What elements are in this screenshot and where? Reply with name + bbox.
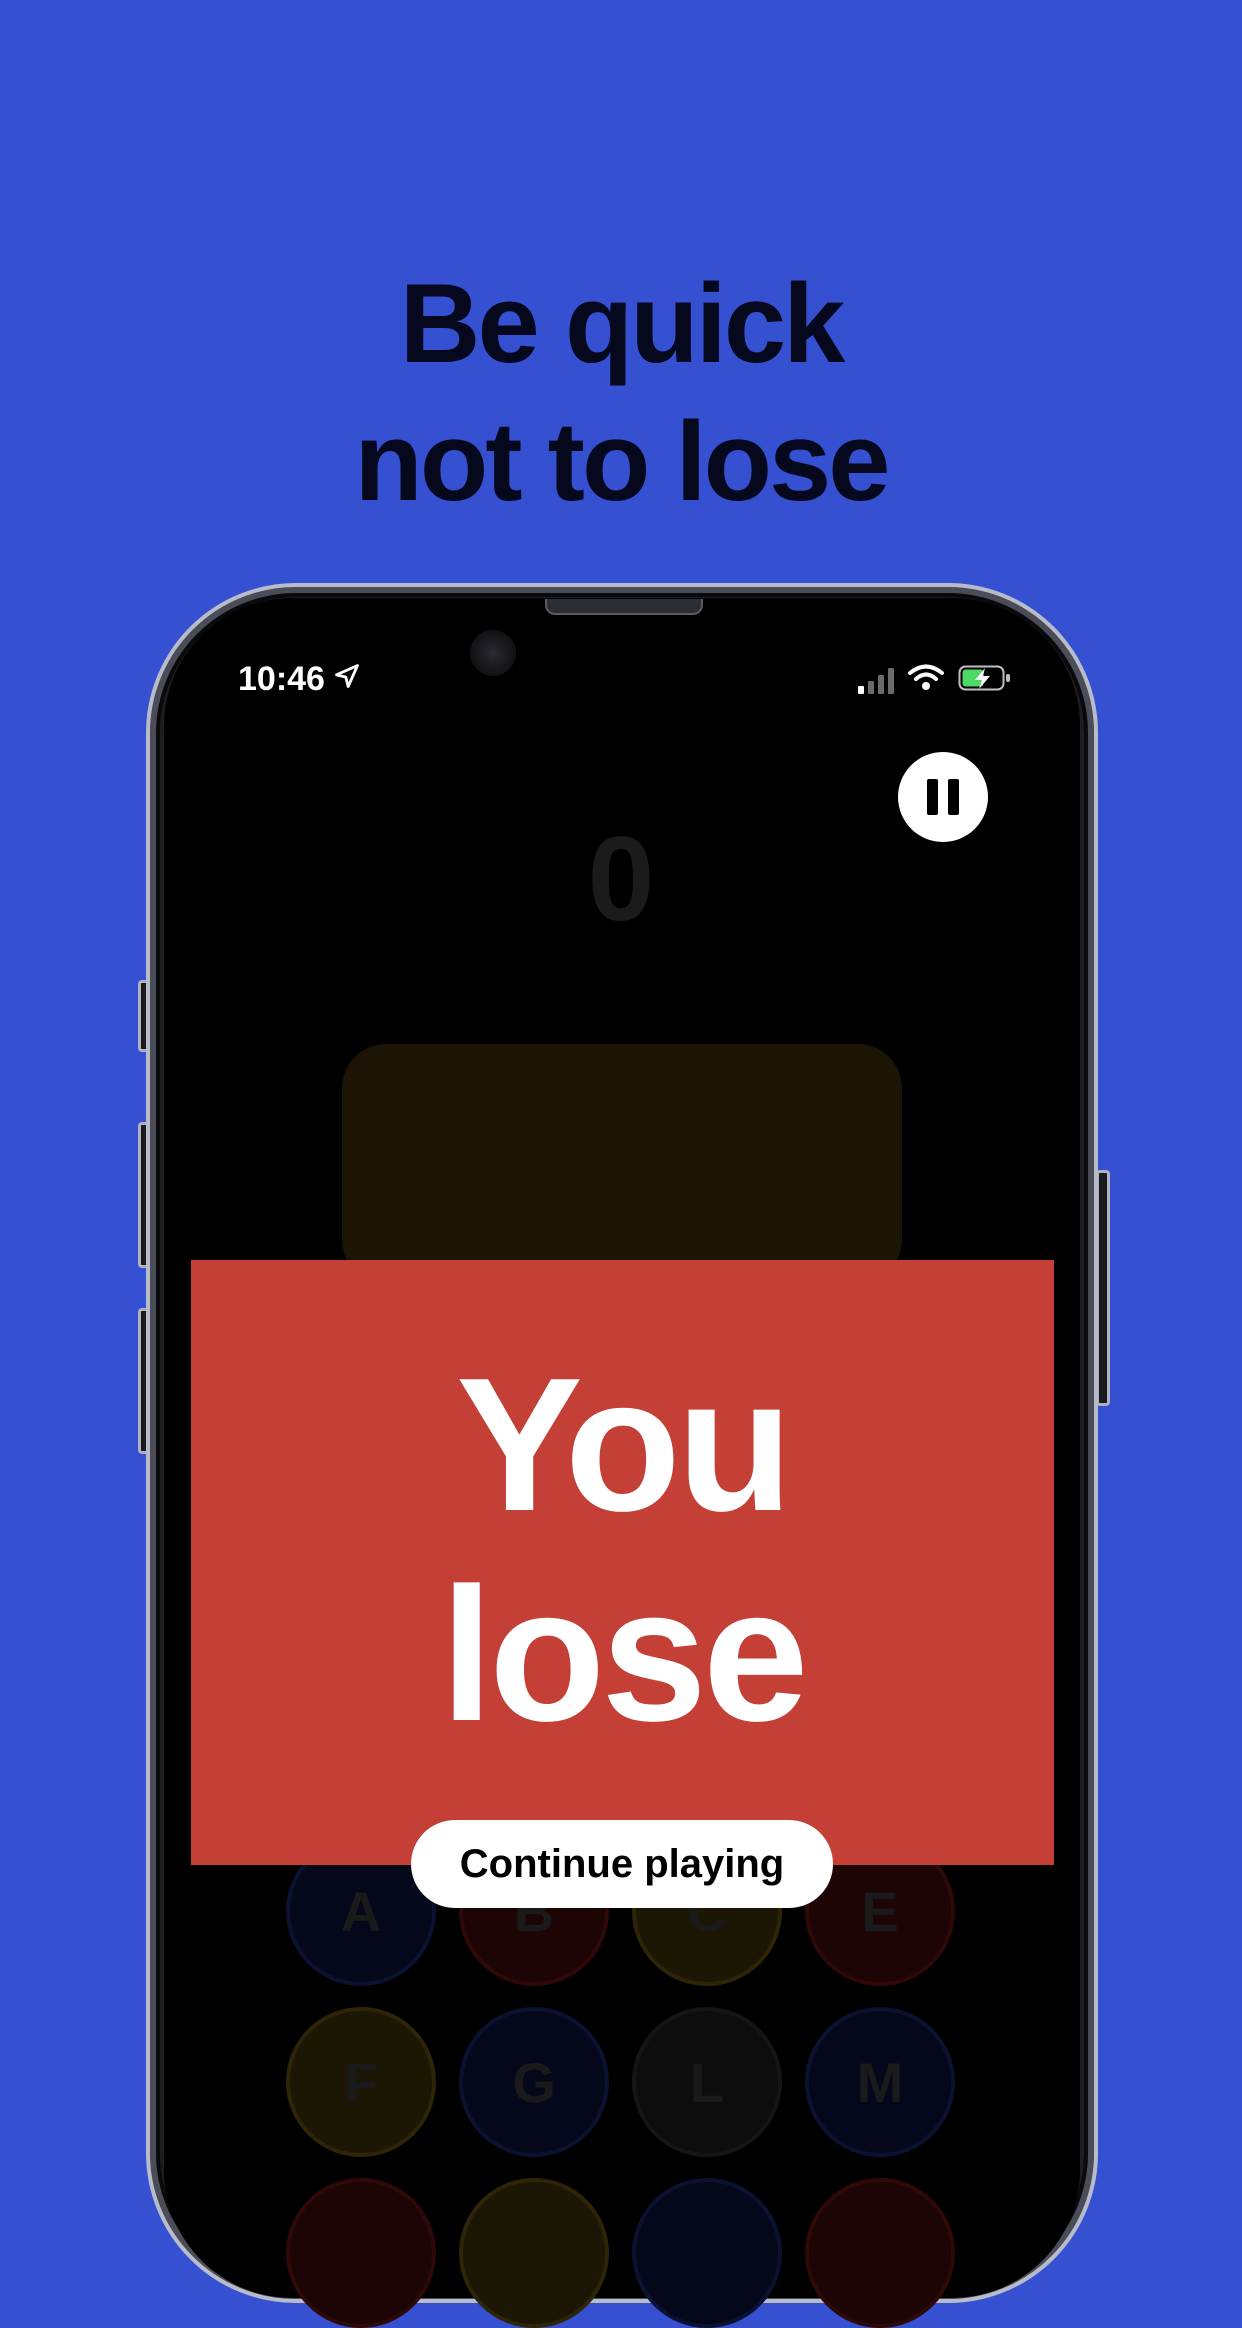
key-g[interactable]: G <box>459 2007 609 2157</box>
keys-row-2: F G L M <box>286 2007 955 2157</box>
headline-line-1: Be quick <box>399 261 846 386</box>
key-l[interactable]: L <box>632 2007 782 2157</box>
battery-charging-icon <box>958 664 1012 697</box>
key-f[interactable]: F <box>286 2007 436 2157</box>
key-partial-2[interactable] <box>459 2178 609 2328</box>
key-partial-4[interactable] <box>805 2178 955 2328</box>
lose-message-line-1: You <box>456 1339 793 1551</box>
cellular-signal-icon <box>858 667 894 694</box>
lose-message-line-2: lose <box>440 1549 808 1761</box>
status-indicators <box>858 664 1012 697</box>
continue-playing-button[interactable]: Continue playing <box>411 1820 833 1908</box>
keys-row-3-partial <box>286 2178 955 2328</box>
location-arrow-icon <box>333 660 361 699</box>
wifi-icon <box>908 664 944 697</box>
headline-line-2: not to lose <box>354 399 890 524</box>
key-partial-3[interactable] <box>632 2178 782 2328</box>
power-button <box>1096 1170 1110 1406</box>
front-camera <box>470 630 516 676</box>
status-time: 10:46 <box>238 660 361 699</box>
score-display: 0 <box>587 812 655 946</box>
question-card <box>342 1044 902 1284</box>
headline: Be quick not to lose <box>0 255 1242 531</box>
status-time-text: 10:46 <box>238 660 325 698</box>
lose-message: You lose <box>191 1340 1054 1760</box>
key-m[interactable]: M <box>805 2007 955 2157</box>
key-partial-1[interactable] <box>286 2178 436 2328</box>
earpiece <box>545 599 703 615</box>
